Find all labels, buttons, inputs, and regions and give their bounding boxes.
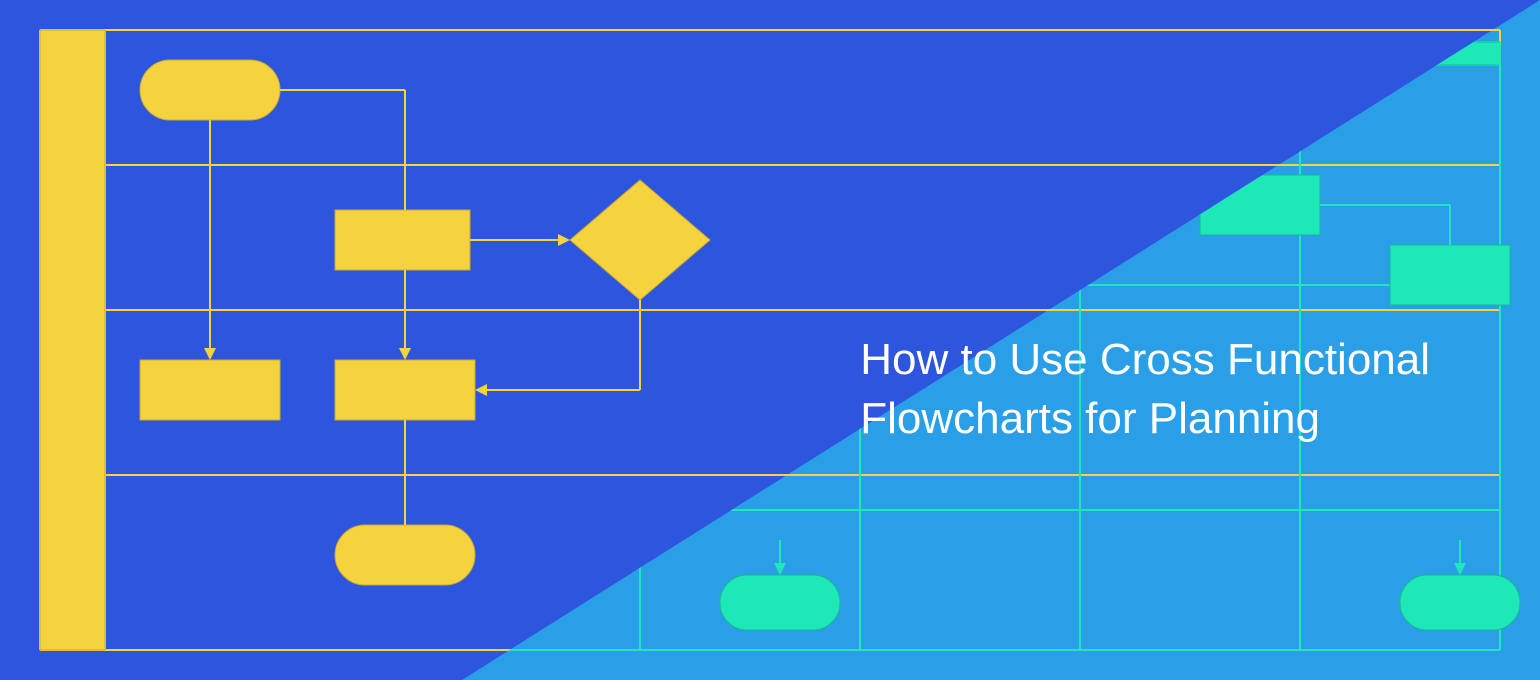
headline-line-2: Flowcharts for Planning	[860, 389, 1430, 448]
headline-line-1: How to Use Cross Functional	[860, 330, 1430, 389]
diagram-canvas: How to Use Cross Functional Flowcharts f…	[0, 0, 1540, 680]
headline: How to Use Cross Functional Flowcharts f…	[860, 330, 1430, 449]
